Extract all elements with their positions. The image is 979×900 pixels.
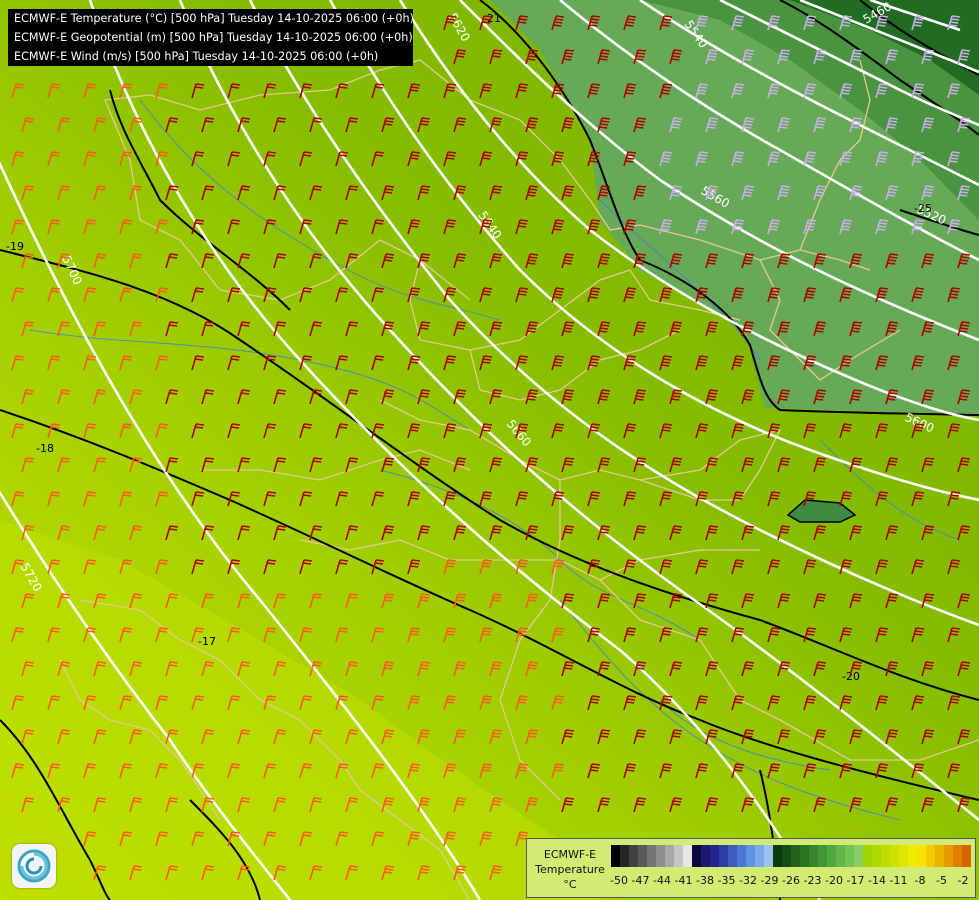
legend-tick-label: -2 xyxy=(957,874,969,887)
legend-tick-label: -29 xyxy=(760,874,779,887)
legend-swatch xyxy=(935,845,944,867)
legend-tick-label: -32 xyxy=(739,874,757,887)
legend-swatch xyxy=(647,845,656,867)
legend-swatch xyxy=(746,845,755,867)
legend-swatch xyxy=(836,845,845,867)
ecmwf-swirl-icon xyxy=(17,849,51,883)
map-header: ECMWF-E Temperature (°C) [500 hPa] Tuesd… xyxy=(8,9,414,66)
legend-tick-label: -50 xyxy=(610,874,628,887)
legend-swatch xyxy=(620,845,629,867)
legend-swatch xyxy=(701,845,710,867)
legend-tick-label: -17 xyxy=(846,874,865,887)
label-t-25: -25 xyxy=(914,202,932,215)
legend-swatch xyxy=(854,845,863,867)
legend-swatch xyxy=(908,845,917,867)
legend-swatch xyxy=(872,845,881,867)
legend-swatch xyxy=(800,845,809,867)
legend-color-scale xyxy=(611,845,971,867)
legend-swatch xyxy=(881,845,890,867)
weather-map: 5460 5520 5540 5560 5600 5620 5640 5660 … xyxy=(0,0,979,900)
header-geopotential: ECMWF-E Geopotential (m) [500 hPa] Tuesd… xyxy=(14,31,413,44)
legend-swatch xyxy=(611,845,620,867)
legend-tick-label: -11 xyxy=(889,874,908,887)
legend-swatch xyxy=(863,845,872,867)
legend-tick-label: -38 xyxy=(696,874,714,887)
legend-tick-label: -23 xyxy=(803,874,822,887)
legend-swatch xyxy=(728,845,737,867)
legend-tick-label: -14 xyxy=(868,874,886,887)
legend-tick-label: -26 xyxy=(782,874,800,887)
header-temperature: ECMWF-E Temperature (°C) [500 hPa] Tuesd… xyxy=(14,12,414,25)
legend-tick-label: -44 xyxy=(653,874,671,887)
legend-swatch xyxy=(782,845,791,867)
legend-swatch xyxy=(899,845,908,867)
legend-swatch xyxy=(917,845,926,867)
legend-swatch xyxy=(683,845,692,867)
legend-swatch xyxy=(962,845,971,867)
legend-swatch xyxy=(818,845,827,867)
legend-tick-label: -5 xyxy=(936,874,947,887)
legend-swatch xyxy=(890,845,899,867)
legend-swatch xyxy=(737,845,746,867)
legend-title-line3: °C xyxy=(563,878,577,891)
legend-swatch xyxy=(827,845,836,867)
legend-tick-label: -8 xyxy=(914,874,926,887)
label-t-17: -17 xyxy=(198,635,216,648)
legend-swatch xyxy=(638,845,647,867)
legend-swatch xyxy=(692,845,701,867)
header-wind: ECMWF-E Wind (m/s) [500 hPa] Tuesday 14-… xyxy=(14,50,379,63)
legend-title-line2: Temperature xyxy=(535,863,605,876)
legend-swatch xyxy=(791,845,800,867)
legend-swatch xyxy=(953,845,962,867)
legend-swatch xyxy=(944,845,953,867)
legend-tick-label: -35 xyxy=(717,874,736,887)
legend-swatch xyxy=(764,845,773,867)
legend-swatch xyxy=(710,845,719,867)
label-t-19: -19 xyxy=(6,240,24,253)
legend-tick-label: -47 xyxy=(631,874,650,887)
label-t-18: -18 xyxy=(36,442,54,455)
legend-ticks: -50 -47 -44 -41 -38 -35 -32 -29 -26 -23 -20 -17 -14-… xyxy=(610,874,971,890)
legend-swatch xyxy=(755,845,764,867)
legend-swatch xyxy=(845,845,854,867)
legend-swatch xyxy=(719,845,728,867)
legend-swatch xyxy=(773,845,782,867)
temperature-legend: ECMWF-E Temperature °C -50 -47 -44 -41 -38 -3… xyxy=(526,838,976,898)
legend-swatch xyxy=(926,845,935,867)
legend-swatch xyxy=(629,845,638,867)
legend-title-line1: ECMWF-E xyxy=(543,848,597,861)
legend-swatch xyxy=(809,845,818,867)
ecmwf-logo xyxy=(12,844,56,888)
legend-tick-label: -41 xyxy=(674,874,693,887)
legend-swatch xyxy=(665,845,674,867)
legend-swatch xyxy=(674,845,683,867)
legend-swatch xyxy=(656,845,665,867)
legend-tick-label: -20 xyxy=(825,874,843,887)
legend-title: ECMWF-E Temperature °C xyxy=(531,847,609,892)
